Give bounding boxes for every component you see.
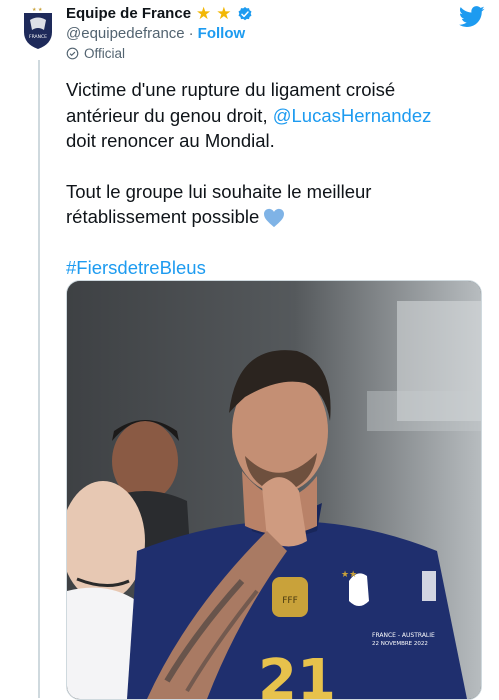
star-icon: ★ (216, 4, 232, 23)
badge-text: FRANCE (29, 34, 47, 40)
jersey-number: 21 (258, 648, 336, 699)
blue-heart-emoji (264, 209, 285, 228)
tweet-line: rétablissement possible (66, 204, 486, 230)
svg-text:FFF: FFF (282, 596, 298, 606)
svg-text:★: ★ (38, 7, 43, 13)
star-icon: ★ (196, 4, 212, 23)
handle-row: @equipedefrance · Follow (66, 25, 245, 42)
separator: · (188, 25, 194, 42)
tweet-photo[interactable]: FFF ★★ 21 FRANCE - AUSTRALIE 22 NOVEMBRE… (66, 280, 482, 700)
official-check-icon (66, 47, 79, 60)
official-label-row: Official (66, 46, 125, 61)
svg-text:★★: ★★ (341, 569, 357, 579)
display-name[interactable]: Equipe de France (66, 5, 191, 22)
name-row: Equipe de France ★ ★ (66, 5, 253, 22)
tweet-line: Tout le groupe lui souhaite le meilleur (66, 180, 372, 202)
svg-text:★: ★ (32, 7, 37, 13)
verified-badge-icon (238, 6, 252, 20)
official-label: Official (84, 46, 126, 61)
thread-line (38, 60, 40, 698)
player-photo-illustration: FFF ★★ 21 FRANCE - AUSTRALIE 22 NOVEMBRE… (67, 281, 481, 699)
tweet-text-fragment: antérieur du genou droit, (66, 104, 273, 126)
mention-link[interactable]: @LucasHernandez (273, 105, 432, 126)
hashtag-link[interactable]: #FiersdetreBleus (66, 255, 486, 281)
tweet-line: antérieur du genou droit, @LucasHernande… (66, 103, 486, 129)
jersey-caption: 22 NOVEMBRE 2022 (372, 641, 428, 647)
tweet-text-fragment: rétablissement possible (66, 206, 260, 227)
follow-button[interactable]: Follow (198, 25, 246, 42)
fff-crest-logo[interactable]: ★ ★ FRANCE (18, 6, 58, 50)
twitter-bird-icon[interactable] (459, 6, 485, 28)
tweet-line: Victime d'une rupture du ligament croisé (66, 79, 396, 100)
tweet-line: doit renoncer au Mondial. (66, 130, 275, 151)
tweet-text: Victime d'une rupture du ligament croisé… (66, 77, 486, 280)
jersey-caption: FRANCE - AUSTRALIE (372, 632, 435, 639)
handle[interactable]: @equipedefrance (66, 25, 185, 42)
